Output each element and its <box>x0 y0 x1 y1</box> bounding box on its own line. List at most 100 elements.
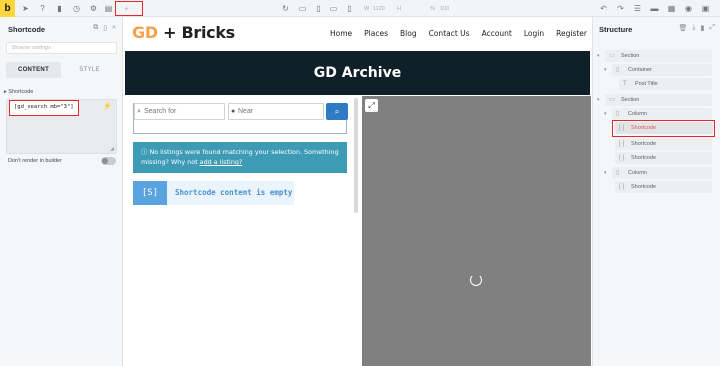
section-icon: ▭ <box>609 97 615 103</box>
canvas-scrollbar[interactable] <box>354 98 358 213</box>
shortcode-value[interactable]: [gd_search mb="3"] <box>9 100 79 116</box>
structure-actions: 🗑 ⤓ ▮ ⤢ <box>679 24 715 32</box>
template-icon[interactable]: ▤ <box>103 3 114 14</box>
panel-title: Shortcode <box>8 25 46 34</box>
history-icon[interactable]: ◷ <box>71 3 82 14</box>
logo-gd: GD <box>132 23 158 42</box>
settings-icon[interactable]: ⚙ <box>88 3 99 14</box>
code-icon[interactable]: ▦ <box>666 3 677 14</box>
structure-item-label: Shortcode <box>631 155 657 161</box>
main-nav: Home Places Blog Contact Us Account Logi… <box>330 29 587 38</box>
listing-column <box>125 96 357 366</box>
shortcode-field-label: ▸ Shortcode <box>4 89 34 95</box>
shortcode-icon: [·] <box>619 184 625 190</box>
bricks-logo[interactable]: b <box>0 0 15 17</box>
structure-item-label: Shortcode <box>631 141 657 147</box>
structure-item-shortcode[interactable]: [·] Shortcode <box>615 152 712 164</box>
gd-map[interactable]: ⤢ <box>362 96 591 366</box>
gd-search-form: ⌕ Search for ● Near ⌕ <box>133 103 348 134</box>
collapse-caret-icon[interactable]: ▾ <box>604 64 607 76</box>
add-element-button[interactable]: + <box>121 3 132 14</box>
preview-icon[interactable]: ◉ <box>683 3 694 14</box>
structure-item-label: Container <box>628 67 652 73</box>
shortcode-icon: [·] <box>619 155 625 161</box>
desktop-icon[interactable]: ▭ <box>297 3 308 14</box>
add-listing-link[interactable]: add a listing? <box>200 158 243 166</box>
structure-item-label: Column <box>628 170 647 176</box>
fullscreen-icon[interactable]: ⤢ <box>365 99 378 112</box>
structure-item-section[interactable]: ▾ ▭ Section <box>597 94 712 106</box>
paste-icon[interactable]: ▯ <box>103 24 107 32</box>
settings-search-input[interactable]: Browse settings <box>6 42 117 54</box>
structure-item-container[interactable]: ▾ ▯ Container <box>604 64 712 76</box>
redo-icon[interactable]: ↷ <box>615 3 626 14</box>
column-icon: ▯ <box>616 170 620 176</box>
tablet-icon[interactable]: ▯ <box>313 3 324 14</box>
nav-blog[interactable]: Blog <box>400 29 417 38</box>
page-icon[interactable]: ▮ <box>54 3 65 14</box>
structure-item-label: Section <box>621 53 640 59</box>
delete-icon[interactable]: ▮ <box>701 24 705 32</box>
panel-actions: ⧉ ▯ ⌕ <box>93 24 116 32</box>
structure-item-label: Section <box>621 97 640 103</box>
structure-item-column[interactable]: ▾ ▯ Column <box>604 167 712 179</box>
dont-render-toggle[interactable] <box>101 157 116 165</box>
download-icon[interactable]: ⤓ <box>692 24 695 32</box>
archive-hero: GD Archive <box>125 51 590 95</box>
nav-login[interactable]: Login <box>524 29 544 38</box>
tab-content[interactable]: CONTENT <box>6 62 61 78</box>
nav-places[interactable]: Places <box>364 29 388 38</box>
collapse-caret-icon[interactable]: ▾ <box>604 108 607 120</box>
search-icon[interactable]: ⌕ <box>112 24 116 32</box>
dynamic-data-icon[interactable]: ⚡ <box>103 102 112 110</box>
section-icon: ▭ <box>609 53 615 59</box>
collapse-caret-icon[interactable]: ▾ <box>597 94 600 106</box>
nav-contact[interactable]: Contact Us <box>429 29 470 38</box>
search-icon: ⌕ <box>137 108 141 115</box>
nav-account[interactable]: Account <box>482 29 512 38</box>
structure-item-section[interactable]: ▾ ▭ Section <box>597 50 712 62</box>
resize-handle-icon[interactable]: ◢ <box>110 146 114 152</box>
structure-item-label: Column <box>628 111 647 117</box>
shortcode-textarea[interactable]: [gd_search mb="3"] ⚡ ◢ <box>6 99 117 154</box>
save-icon[interactable]: ▣ <box>700 3 711 14</box>
collapse-caret-icon[interactable]: ▾ <box>597 50 600 62</box>
structure-icon[interactable]: ☰ <box>632 3 643 14</box>
collapse-caret-icon[interactable]: ▾ <box>604 167 607 179</box>
info-icon: ⓘ <box>141 148 148 156</box>
shortcode-field-label-text: Shortcode <box>8 89 34 95</box>
structure-item-shortcode[interactable]: [·] Shortcode <box>615 181 712 193</box>
expand-icon[interactable]: ⤢ <box>709 24 715 32</box>
tab-style[interactable]: STYLE <box>62 62 117 78</box>
help-icon[interactable]: ? <box>37 3 48 14</box>
near-input[interactable]: ● Near <box>228 103 324 120</box>
dont-render-label: Don't render in builder <box>8 158 62 164</box>
structure-item-post-title[interactable]: T Post Title <box>619 78 712 90</box>
structure-item-column[interactable]: ▾ ▯ Column <box>604 108 712 120</box>
mobile-landscape-icon[interactable]: ▭ <box>328 3 339 14</box>
shortcode-empty-placeholder[interactable]: [S] Shortcode content is empty <box>133 181 294 205</box>
search-submit-button[interactable]: ⌕ <box>326 103 348 120</box>
trash-icon[interactable]: 🗑 <box>679 24 688 32</box>
structure-item-shortcode[interactable]: [·] Shortcode <box>615 138 712 150</box>
add-element-highlight: + <box>115 1 143 16</box>
nav-home[interactable]: Home <box>330 29 352 38</box>
mobile-icon[interactable]: ▯ <box>344 3 355 14</box>
canvas-scale-input[interactable]: 100 <box>440 4 449 14</box>
copy-icon[interactable]: ⧉ <box>93 24 98 32</box>
near-placeholder: Near <box>238 108 254 115</box>
site-logo[interactable]: GD + Bricks <box>132 23 235 42</box>
logo-bricks: + Bricks <box>157 23 235 42</box>
settings-tabs: CONTENT STYLE <box>6 62 117 78</box>
height-prefix-label: H <box>397 6 401 12</box>
container-icon: ▯ <box>616 67 620 73</box>
heading-icon: T <box>623 81 627 87</box>
search-for-input[interactable]: ⌕ Search for <box>134 103 225 120</box>
undo-icon[interactable]: ↶ <box>598 3 609 14</box>
cursor-icon[interactable]: ➤ <box>20 3 31 14</box>
canvas-width-input[interactable]: 1120 <box>373 4 385 14</box>
nav-register[interactable]: Register <box>556 29 587 38</box>
folder-icon[interactable]: ▬ <box>649 3 660 14</box>
reload-icon[interactable]: ↻ <box>280 3 291 14</box>
builder-canvas: GD + Bricks Home Places Blog Contact Us … <box>124 17 591 366</box>
